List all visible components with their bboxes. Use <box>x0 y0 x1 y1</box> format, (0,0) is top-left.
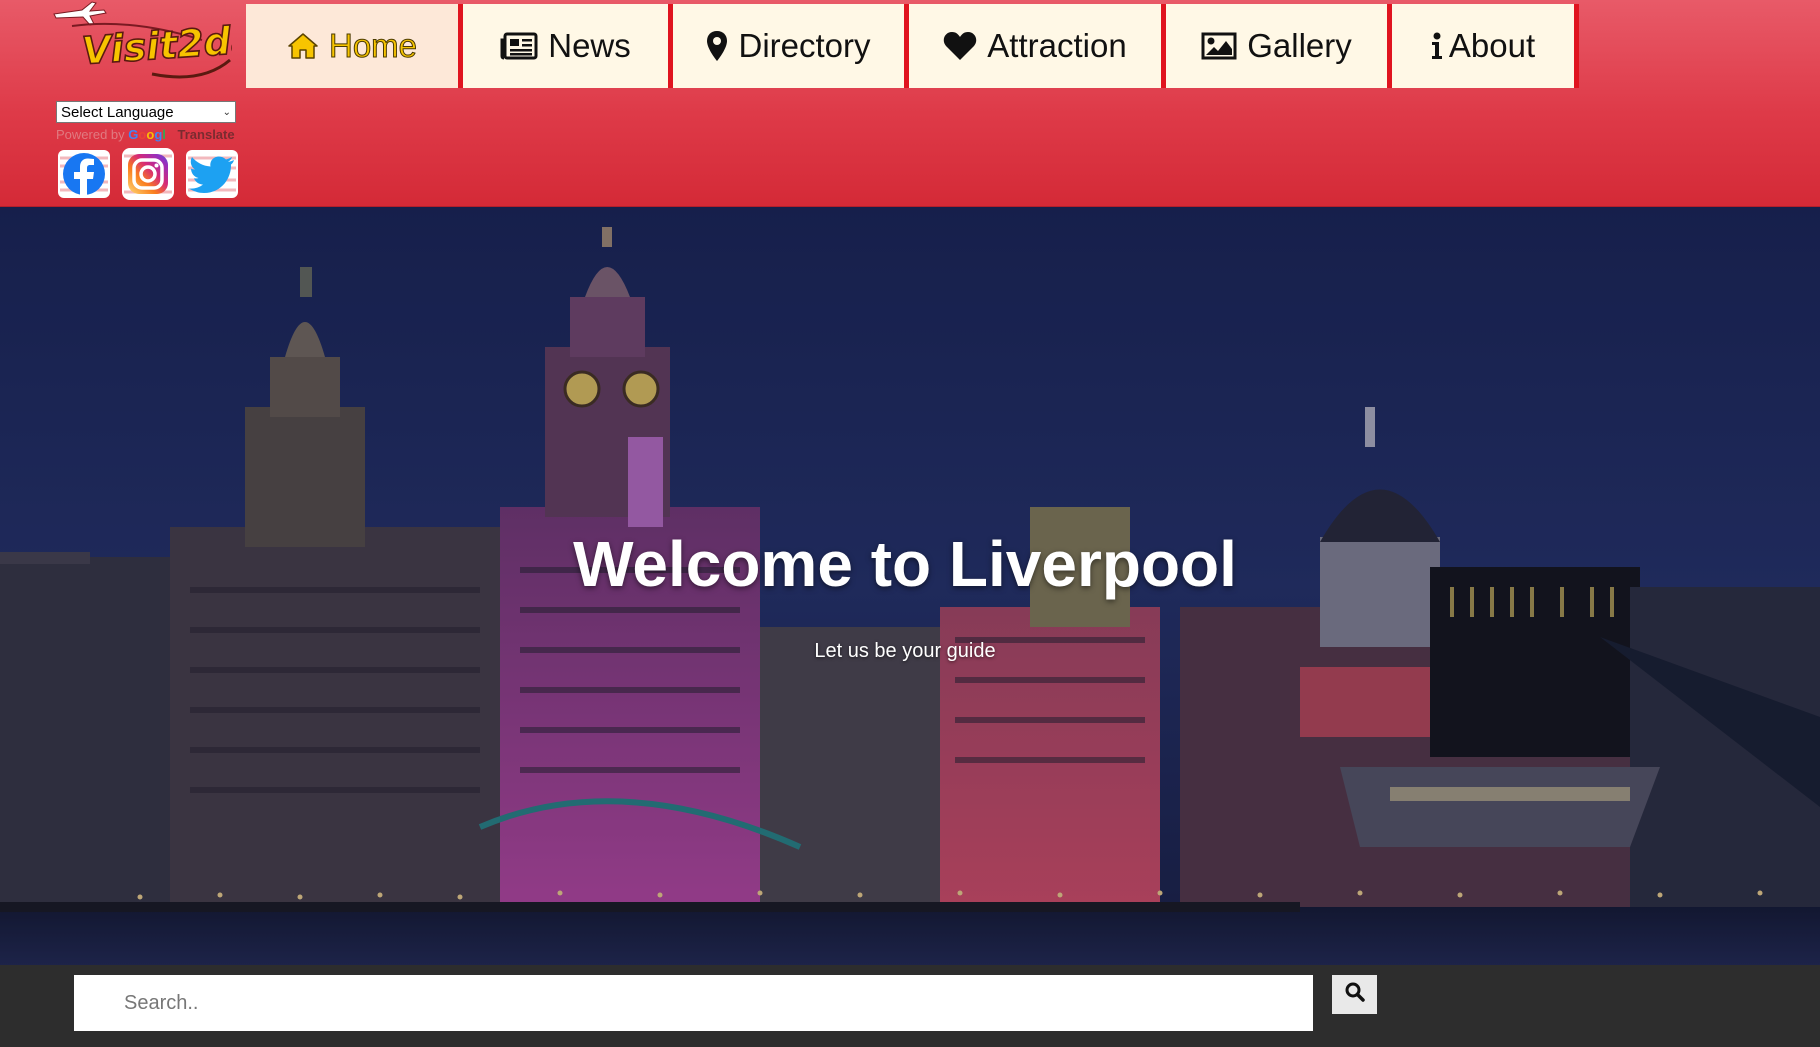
nav-directory-label: Directory <box>738 27 871 64</box>
google-translate-credit: Powered by Googl Translate <box>56 127 235 142</box>
powered-by-text: Powered by <box>56 127 125 142</box>
nav-home-label: Home <box>328 27 418 65</box>
nav-about[interactable]: About <box>1392 4 1579 88</box>
language-select[interactable]: Select Language ⌄ <box>56 101 236 123</box>
twitter-icon[interactable] <box>184 146 240 202</box>
nav-news[interactable]: News <box>463 4 673 88</box>
social-links <box>56 146 240 202</box>
nav-directory[interactable]: Directory <box>673 4 909 88</box>
search-bar <box>0 965 1820 1047</box>
nav-gallery-label: Gallery <box>1247 27 1352 64</box>
translate-link[interactable]: Translate <box>178 127 235 142</box>
heart-icon <box>943 31 977 61</box>
nav-attraction[interactable]: Attraction <box>909 4 1166 88</box>
map-marker-icon <box>706 30 728 62</box>
nav-home[interactable]: Home <box>246 4 463 88</box>
chevron-down-icon: ⌄ <box>222 106 231 118</box>
home-icon <box>287 32 319 60</box>
airplane-icon <box>53 1 107 26</box>
hero-banner: Welcome to Liverpool Let us be your guid… <box>0 207 1820 965</box>
site-header: Visit2day Home News Directory Attraction… <box>0 0 1820 207</box>
nav-attraction-label: Attraction <box>987 27 1127 64</box>
search-icon <box>1345 982 1365 1007</box>
newspaper-icon <box>500 32 538 60</box>
hero-subtitle: Let us be your guide <box>814 640 996 662</box>
image-icon <box>1201 32 1237 60</box>
facebook-icon[interactable] <box>56 146 112 202</box>
search-button[interactable] <box>1332 975 1377 1014</box>
hero-title: Welcome to Liverpool <box>573 528 1237 600</box>
nav-news-label: News <box>548 27 631 64</box>
google-logo[interactable]: Googl <box>128 127 166 142</box>
main-nav: Home News Directory Attraction Gallery A… <box>246 4 1579 88</box>
instagram-icon[interactable] <box>120 146 176 202</box>
search-input[interactable] <box>74 975 1313 1031</box>
info-icon <box>1431 32 1443 60</box>
language-select-value: Select Language <box>61 103 174 121</box>
visit2day-logo[interactable]: Visit2day <box>52 0 232 82</box>
nav-gallery[interactable]: Gallery <box>1166 4 1392 88</box>
nav-about-label: About <box>1448 27 1536 64</box>
